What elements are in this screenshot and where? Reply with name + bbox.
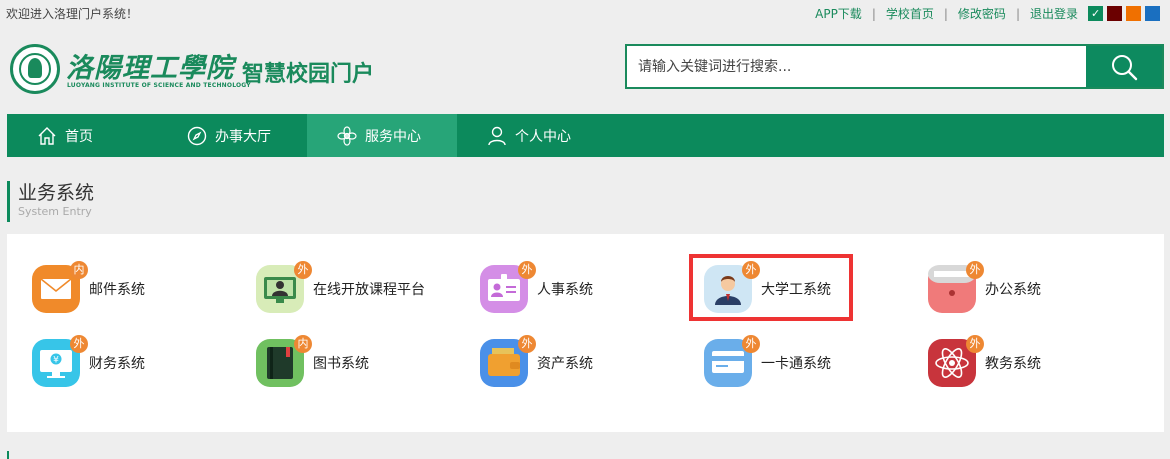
course-icon: 外 bbox=[256, 261, 312, 313]
wallet-icon: 外 bbox=[480, 335, 536, 387]
theme-swatch-orange[interactable] bbox=[1126, 6, 1141, 21]
app-campus-card[interactable]: 外 一卡通系统 bbox=[704, 335, 831, 387]
theme-swatch-green[interactable]: ✓ bbox=[1088, 6, 1103, 21]
svg-text:¥: ¥ bbox=[53, 356, 59, 366]
theme-switcher: ✓ bbox=[1088, 6, 1160, 21]
nav-label: 服务中心 bbox=[365, 128, 421, 145]
section-title: 业务系统 bbox=[18, 182, 95, 204]
nav-label: 办事大厅 bbox=[215, 128, 271, 145]
school-name-en: LUOYANG INSTITUTE OF SCIENCE AND TECHNOL… bbox=[67, 82, 251, 89]
app-panel: 内 邮件系统 外 在线开放课程平台 外 人事系统 外 大学工系统 外 办公系统 … bbox=[7, 234, 1164, 432]
link-separator: | bbox=[1015, 6, 1020, 21]
app-label: 财务系统 bbox=[89, 356, 145, 372]
app-mail[interactable]: 内 邮件系统 bbox=[32, 261, 145, 313]
search-input[interactable] bbox=[627, 46, 1087, 87]
app-label: 资产系统 bbox=[537, 356, 593, 372]
app-label: 邮件系统 bbox=[89, 282, 145, 298]
app-label: 教务系统 bbox=[985, 356, 1041, 372]
school-home-link[interactable]: 学校首页 bbox=[886, 5, 934, 22]
app-finance[interactable]: ¥ 外 财务系统 bbox=[32, 335, 145, 387]
app-label: 办公系统 bbox=[985, 282, 1041, 298]
mail-icon: 内 bbox=[32, 261, 88, 313]
badge: 外 bbox=[742, 335, 760, 353]
school-name: 洛陽理工學院 bbox=[66, 53, 234, 84]
top-bar: 欢迎进入洛理门户系统！ APP下载 | 学校首页 | 修改密码 | 退出登录 ✓ bbox=[0, 0, 1170, 26]
badge: 外 bbox=[518, 261, 536, 279]
selection-highlight bbox=[689, 254, 853, 321]
nav-service-center[interactable]: 服务中心 bbox=[307, 114, 457, 157]
link-separator: | bbox=[943, 6, 948, 21]
app-online-course[interactable]: 外 在线开放课程平台 bbox=[256, 261, 425, 313]
change-password-link[interactable]: 修改密码 bbox=[958, 5, 1006, 22]
app-label: 人事系统 bbox=[537, 282, 593, 298]
badge: 外 bbox=[966, 261, 984, 279]
app-academic-affairs[interactable]: 外 教务系统 bbox=[928, 335, 1041, 387]
badge: 外 bbox=[294, 261, 312, 279]
section-subtitle: System Entry bbox=[18, 205, 92, 218]
nav-home[interactable]: 首页 bbox=[7, 114, 157, 157]
finance-icon: ¥ 外 bbox=[32, 335, 88, 387]
app-office[interactable]: 外 办公系统 bbox=[928, 261, 1041, 313]
id-card-icon: 外 bbox=[480, 261, 536, 313]
nav-label: 首页 bbox=[65, 128, 93, 145]
welcome-text: 欢迎进入洛理门户系统！ bbox=[6, 7, 139, 21]
nav-personal-center[interactable]: 个人中心 bbox=[457, 114, 607, 157]
flower-icon bbox=[337, 125, 357, 146]
badge: 外 bbox=[70, 335, 88, 353]
app-label: 图书系统 bbox=[313, 356, 369, 372]
top-links: APP下载 | 学校首页 | 修改密码 | 退出登录 bbox=[815, 5, 1078, 22]
logout-link[interactable]: 退出登录 bbox=[1030, 5, 1078, 22]
app-hr[interactable]: 外 人事系统 bbox=[480, 261, 593, 313]
app-assets[interactable]: 外 资产系统 bbox=[480, 335, 593, 387]
search-box bbox=[625, 44, 1164, 89]
card-icon: 外 bbox=[704, 335, 760, 387]
section-header: 业务系统 System Entry bbox=[7, 181, 94, 222]
header: 洛陽理工學院 LUOYANG INSTITUTE OF SCIENCE AND … bbox=[0, 26, 1170, 114]
badge: 外 bbox=[966, 335, 984, 353]
check-icon: ✓ bbox=[1091, 7, 1101, 20]
search-icon bbox=[1112, 55, 1138, 81]
link-separator: | bbox=[871, 6, 876, 21]
main-nav: 首页 办事大厅 服务中心 个人中心 bbox=[7, 114, 1164, 157]
next-section-marker bbox=[7, 451, 9, 459]
app-download-link[interactable]: APP下载 bbox=[815, 5, 862, 22]
app-label: 在线开放课程平台 bbox=[313, 282, 425, 298]
nav-service-hall[interactable]: 办事大厅 bbox=[157, 114, 307, 157]
nav-label: 个人中心 bbox=[515, 128, 571, 145]
seal-emblem bbox=[28, 58, 42, 78]
badge: 外 bbox=[518, 335, 536, 353]
search-button[interactable] bbox=[1086, 46, 1162, 87]
atom-icon: 外 bbox=[928, 335, 984, 387]
book-icon: 内 bbox=[256, 335, 312, 387]
user-icon bbox=[488, 126, 506, 145]
badge: 内 bbox=[70, 261, 88, 279]
portal-title: 智慧校园门户 bbox=[242, 62, 375, 87]
badge: 内 bbox=[294, 335, 312, 353]
app-library[interactable]: 内 图书系统 bbox=[256, 335, 369, 387]
home-icon bbox=[38, 126, 56, 145]
printer-icon: 外 bbox=[928, 261, 984, 313]
app-label: 一卡通系统 bbox=[761, 356, 831, 372]
school-seal-logo bbox=[10, 44, 60, 94]
theme-swatch-maroon[interactable] bbox=[1107, 6, 1122, 21]
theme-swatch-blue[interactable] bbox=[1145, 6, 1160, 21]
compass-icon bbox=[187, 126, 207, 145]
